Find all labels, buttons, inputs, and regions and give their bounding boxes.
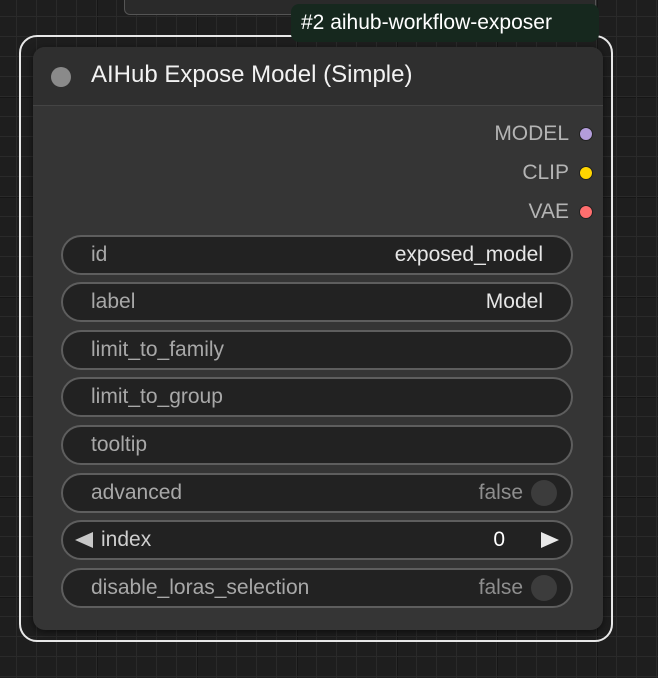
output-model-label: MODEL [494, 122, 569, 145]
widget-disable-loras-selection-toggle[interactable]: disable_loras_selection false [61, 568, 573, 608]
group-title-badge[interactable]: #2 aihub-workflow-exposer [291, 4, 599, 42]
output-vae-slot-icon[interactable] [579, 205, 593, 219]
widget-advanced-toggle[interactable]: advanced false [61, 473, 573, 513]
widget-id-value: exposed_model [394, 243, 543, 266]
increment-arrow-icon[interactable] [541, 532, 559, 548]
node-title: AIHub Expose Model (Simple) [91, 61, 413, 88]
output-clip-label: CLIP [522, 161, 569, 184]
output-model-slot-icon[interactable] [579, 127, 593, 141]
widget-tooltip[interactable]: tooltip [61, 425, 573, 465]
widget-index-value: 0 [493, 528, 505, 551]
output-clip-slot-icon[interactable] [579, 166, 593, 180]
widget-id[interactable]: id exposed_model [61, 235, 573, 275]
node-header[interactable]: AIHub Expose Model (Simple) [33, 47, 603, 106]
widget-disable-loras-selection-label: disable_loras_selection [91, 576, 310, 599]
widget-limit-to-family-label: limit_to_family [91, 338, 225, 361]
widget-index-number[interactable]: index 0 [61, 520, 573, 560]
output-clip[interactable]: CLIP [522, 159, 593, 187]
toggle-knob-icon[interactable] [531, 480, 557, 506]
widget-disable-loras-selection-value: false [478, 576, 523, 599]
widget-tooltip-label: tooltip [91, 433, 148, 456]
widget-limit-to-group-label: limit_to_group [91, 385, 223, 408]
widget-id-label: id [91, 243, 108, 266]
decrement-arrow-icon[interactable] [75, 532, 93, 548]
widget-index-label: index [101, 528, 152, 551]
collapse-dot-icon[interactable] [51, 67, 71, 87]
output-vae-label: VAE [528, 200, 569, 223]
widget-label-value: Model [485, 290, 543, 313]
widget-label-label: label [91, 290, 136, 313]
toggle-knob-icon[interactable] [531, 575, 557, 601]
widget-advanced-label: advanced [91, 481, 183, 504]
output-vae[interactable]: VAE [529, 198, 593, 226]
widget-advanced-value: false [478, 481, 523, 504]
widget-limit-to-group[interactable]: limit_to_group [61, 377, 573, 417]
widget-limit-to-family[interactable]: limit_to_family [61, 330, 573, 370]
output-model[interactable]: MODEL [494, 120, 593, 148]
widget-label[interactable]: label Model [61, 282, 573, 322]
expose-model-node[interactable]: AIHub Expose Model (Simple) MODEL CLIP V… [33, 47, 603, 630]
